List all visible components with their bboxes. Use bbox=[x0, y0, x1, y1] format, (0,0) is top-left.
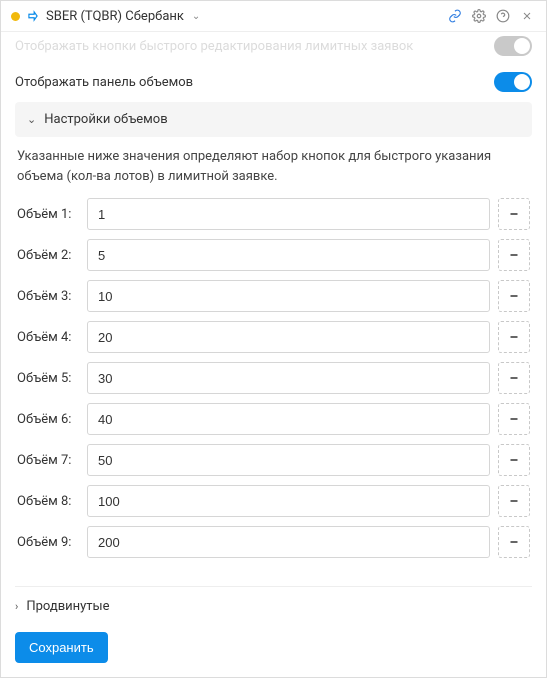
volumes-section-title: Настройки объемов bbox=[44, 112, 167, 127]
remove-volume-button[interactable] bbox=[498, 362, 530, 394]
volume-row: Объём 7: bbox=[17, 444, 530, 476]
volumes-section-header[interactable]: ⌄ Настройки объемов bbox=[15, 102, 532, 137]
titlebar: SBER (TQBR) Сбербанк ⌄ bbox=[1, 1, 546, 32]
remove-volume-button[interactable] bbox=[498, 526, 530, 558]
volume-input[interactable] bbox=[87, 280, 490, 312]
volume-row: Объём 5: bbox=[17, 362, 530, 394]
toggle-quick-edit-switch[interactable] bbox=[494, 36, 532, 56]
toggle-quick-edit-label: Отображать кнопки быстрого редактировани… bbox=[15, 39, 413, 54]
volume-label: Объём 8: bbox=[17, 494, 79, 509]
volume-input[interactable] bbox=[87, 485, 490, 517]
remove-volume-button[interactable] bbox=[498, 198, 530, 230]
volume-label: Объём 9: bbox=[17, 535, 79, 550]
volume-row: Объём 2: bbox=[17, 239, 530, 271]
toggle-volume-panel-row: Отображать панель объемов bbox=[15, 66, 532, 102]
ticker-arrow-icon bbox=[26, 9, 40, 23]
volume-row: Объём 8: bbox=[17, 485, 530, 517]
volume-label: Объём 3: bbox=[17, 289, 79, 304]
remove-volume-button[interactable] bbox=[498, 403, 530, 435]
chevron-right-icon: › bbox=[15, 600, 18, 613]
toggle-quick-edit-row: Отображать кнопки быстрого редактировани… bbox=[15, 32, 532, 66]
title-dropdown-icon[interactable]: ⌄ bbox=[192, 11, 200, 22]
status-dot-icon bbox=[11, 12, 20, 21]
volume-input[interactable] bbox=[87, 239, 490, 271]
volume-label: Объём 1: bbox=[17, 207, 79, 222]
close-icon[interactable] bbox=[518, 7, 536, 25]
volumes-description: Указанные ниже значения определяют набор… bbox=[15, 147, 532, 198]
volume-label: Объём 2: bbox=[17, 248, 79, 263]
volume-row: Объём 4: bbox=[17, 321, 530, 353]
volume-input[interactable] bbox=[87, 198, 490, 230]
save-button[interactable]: Сохранить bbox=[15, 632, 108, 663]
remove-volume-button[interactable] bbox=[498, 485, 530, 517]
volume-input[interactable] bbox=[87, 362, 490, 394]
volume-label: Объём 6: bbox=[17, 412, 79, 427]
settings-window: SBER (TQBR) Сбербанк ⌄ Отображать кнопки… bbox=[0, 0, 547, 678]
help-icon[interactable] bbox=[494, 7, 512, 25]
settings-body: Отображать кнопки быстрого редактировани… bbox=[1, 32, 546, 677]
volume-label: Объём 5: bbox=[17, 371, 79, 386]
link-icon[interactable] bbox=[446, 7, 464, 25]
volume-input[interactable] bbox=[87, 444, 490, 476]
chevron-down-icon: ⌄ bbox=[27, 113, 36, 126]
remove-volume-button[interactable] bbox=[498, 280, 530, 312]
advanced-section-title: Продвинутые bbox=[26, 599, 109, 614]
volumes-content: Указанные ниже значения определяют набор… bbox=[15, 147, 532, 570]
remove-volume-button[interactable] bbox=[498, 444, 530, 476]
volume-row: Объём 9: bbox=[17, 526, 530, 558]
titlebar-actions bbox=[446, 7, 536, 25]
volume-input[interactable] bbox=[87, 403, 490, 435]
volume-input[interactable] bbox=[87, 321, 490, 353]
volume-input[interactable] bbox=[87, 526, 490, 558]
remove-volume-button[interactable] bbox=[498, 321, 530, 353]
volume-label: Объём 7: bbox=[17, 453, 79, 468]
volume-row: Объём 6: bbox=[17, 403, 530, 435]
toggle-volume-panel-label: Отображать панель объемов bbox=[15, 75, 193, 90]
gear-icon[interactable] bbox=[470, 7, 488, 25]
window-title: SBER (TQBR) Сбербанк bbox=[46, 9, 184, 24]
volume-list: Объём 1: Объём 2: Объём 3: Объём 4: Объём 5:… bbox=[15, 198, 532, 558]
toggle-volume-panel-switch[interactable] bbox=[494, 72, 532, 92]
volume-row: Объём 1: bbox=[17, 198, 530, 230]
volume-label: Объём 4: bbox=[17, 330, 79, 345]
volume-row: Объём 3: bbox=[17, 280, 530, 312]
remove-volume-button[interactable] bbox=[498, 239, 530, 271]
footer: Сохранить bbox=[15, 626, 532, 663]
advanced-section-header[interactable]: › Продвинутые bbox=[15, 586, 532, 626]
